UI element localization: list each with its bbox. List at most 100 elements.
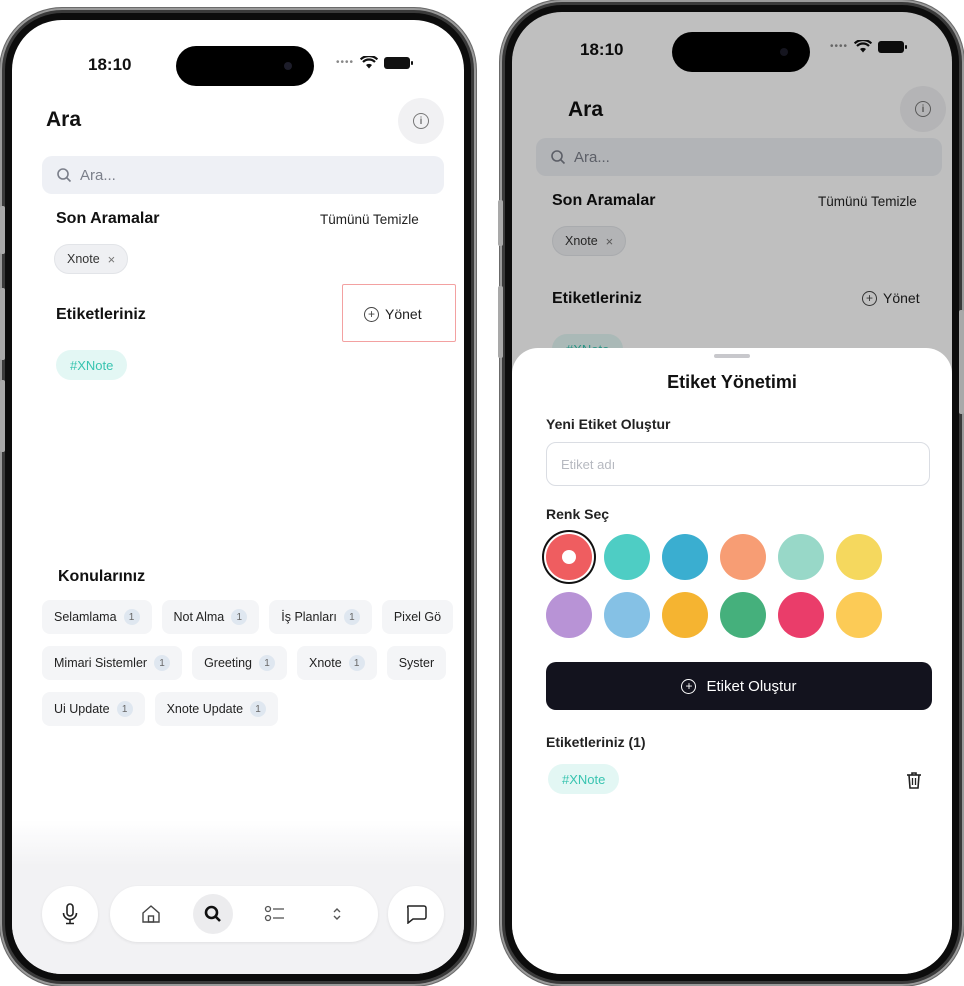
topic-count: 1 <box>231 609 248 625</box>
tasks-button[interactable] <box>255 894 295 934</box>
sheet-grabber[interactable] <box>714 354 750 358</box>
topic-chip[interactable]: Ui Update 1 <box>42 692 145 726</box>
color-swatch[interactable] <box>778 534 824 580</box>
right-phone-frame: 18:10 •••• Ara i Ara... Son Aramalar Tüm… <box>500 0 964 986</box>
color-swatch[interactable] <box>546 534 592 580</box>
tag-manager-screen: 18:10 •••• Ara i Ara... Son Aramalar Tüm… <box>512 12 952 974</box>
home-button[interactable] <box>131 894 171 934</box>
chip-label: Xnote <box>67 252 100 266</box>
topic-chip[interactable]: Selamlama 1 <box>42 600 152 634</box>
topic-label: Greeting <box>204 656 253 670</box>
checklist-icon <box>264 905 284 922</box>
tag-chip[interactable]: #XNote <box>56 350 128 380</box>
search-screen: 18:10 •••• Ara i Ara... Son Aramalar Tüm… <box>12 20 464 974</box>
topic-chip[interactable]: Pixel Gö <box>381 600 454 634</box>
topic-count: 1 <box>259 655 276 671</box>
side-button <box>0 380 5 452</box>
create-tag-label: Etiket Oluştur <box>706 677 797 695</box>
topic-count: 1 <box>343 609 360 625</box>
topic-chip[interactable]: Xnote 1 <box>297 646 377 680</box>
manage-label: Yönet <box>385 306 422 322</box>
topic-count: 1 <box>250 701 267 717</box>
topic-chip[interactable]: İş Planları 1 <box>269 600 372 634</box>
recent-search-chip[interactable]: Xnote × <box>54 244 129 274</box>
topics-heading: Konularınız <box>58 568 146 585</box>
topics-row-1: Selamlama 1 Not Alma 1 İş Planları 1 Pixel … <box>42 600 454 634</box>
topic-label: Ui Update <box>54 702 110 716</box>
tag-list-heading: Etiketleriniz (1) <box>546 734 646 750</box>
search-nav-button[interactable] <box>193 894 233 934</box>
color-swatch[interactable] <box>662 534 708 580</box>
topic-label: Not Alma <box>173 610 225 624</box>
topic-label: Xnote <box>309 656 342 670</box>
topic-chip[interactable]: Greeting 1 <box>192 646 288 680</box>
manage-tags-button[interactable]: + Yönet <box>364 306 422 322</box>
side-button <box>0 206 5 254</box>
topics-row-2: Mimari Sistemler 1 Greeting 1 Xnote 1 Syste… <box>42 646 447 680</box>
topic-label: Xnote Update <box>166 702 244 716</box>
battery-icon <box>384 56 414 69</box>
search-icon <box>57 168 72 183</box>
trash-icon[interactable] <box>904 770 924 790</box>
side-button <box>959 310 964 414</box>
close-icon[interactable]: × <box>108 252 116 267</box>
tag-management-sheet: Etiket Yönetimi Yeni Etiket Oluştur Renk… <box>512 348 952 974</box>
page-title: Ara <box>46 108 82 131</box>
dynamic-island <box>176 46 314 86</box>
status-time: 18:10 <box>88 55 132 74</box>
topic-label: Selamlama <box>54 610 117 624</box>
new-tag-label: Yeni Etiket Oluştur <box>546 416 671 432</box>
topic-count: 1 <box>116 701 133 717</box>
topic-count: 1 <box>348 655 365 671</box>
plus-circle-icon: + <box>681 678 697 694</box>
color-picker <box>546 534 882 638</box>
search-input[interactable]: Ara... <box>42 156 444 194</box>
topic-label: Mimari Sistemler <box>54 656 148 670</box>
topic-label: Syster <box>398 656 435 670</box>
topic-chip[interactable]: Xnote Update 1 <box>154 692 279 726</box>
tag-label: #XNote <box>562 771 606 787</box>
color-swatch[interactable] <box>720 592 766 638</box>
topic-count: 1 <box>154 655 171 671</box>
expand-button[interactable] <box>317 894 357 934</box>
sheet-title: Etiket Yönetimi <box>667 372 797 392</box>
color-swatch[interactable] <box>604 534 650 580</box>
chat-icon <box>406 905 427 924</box>
status-icons: •••• <box>336 56 414 69</box>
search-icon <box>204 905 221 922</box>
camera-icon <box>284 62 292 70</box>
color-swatch[interactable] <box>720 534 766 580</box>
info-icon: i <box>413 113 429 129</box>
color-label: Renk Seç <box>546 506 610 522</box>
home-icon <box>142 905 160 923</box>
recent-searches-heading: Son Aramalar <box>56 210 160 227</box>
color-swatch[interactable] <box>778 592 824 638</box>
topic-label: İş Planları <box>281 610 337 624</box>
tags-heading: Etiketleriniz <box>56 306 146 323</box>
topic-chip[interactable]: Mimari Sistemler 1 <box>42 646 183 680</box>
side-button <box>498 200 503 246</box>
tag-chip[interactable]: #XNote <box>548 764 620 794</box>
microphone-button[interactable] <box>42 886 98 942</box>
create-tag-button[interactable]: + Etiket Oluştur <box>546 662 932 710</box>
search-placeholder: Ara... <box>80 166 116 184</box>
color-swatch[interactable] <box>836 592 882 638</box>
clear-all-button[interactable]: Tümünü Temizle <box>320 212 419 227</box>
tag-name-input[interactable] <box>546 442 930 486</box>
side-button <box>498 286 503 358</box>
wifi-icon <box>360 56 379 69</box>
info-button[interactable]: i <box>398 98 444 144</box>
nav-bar <box>110 886 378 942</box>
color-swatch[interactable] <box>546 592 592 638</box>
topic-chip[interactable]: Syster <box>386 646 447 680</box>
topic-chip[interactable]: Not Alma 1 <box>161 600 260 634</box>
topic-label: Pixel Gö <box>393 610 442 624</box>
chat-button[interactable] <box>388 886 444 942</box>
plus-circle-icon: + <box>364 306 379 322</box>
tag-label: #XNote <box>70 357 114 373</box>
color-swatch[interactable] <box>836 534 882 580</box>
color-swatch[interactable] <box>662 592 708 638</box>
left-phone-frame: 18:10 •••• Ara i Ara... Son Aramalar Tüm… <box>0 8 476 986</box>
chevron-updown-icon <box>333 908 341 920</box>
color-swatch[interactable] <box>604 592 650 638</box>
